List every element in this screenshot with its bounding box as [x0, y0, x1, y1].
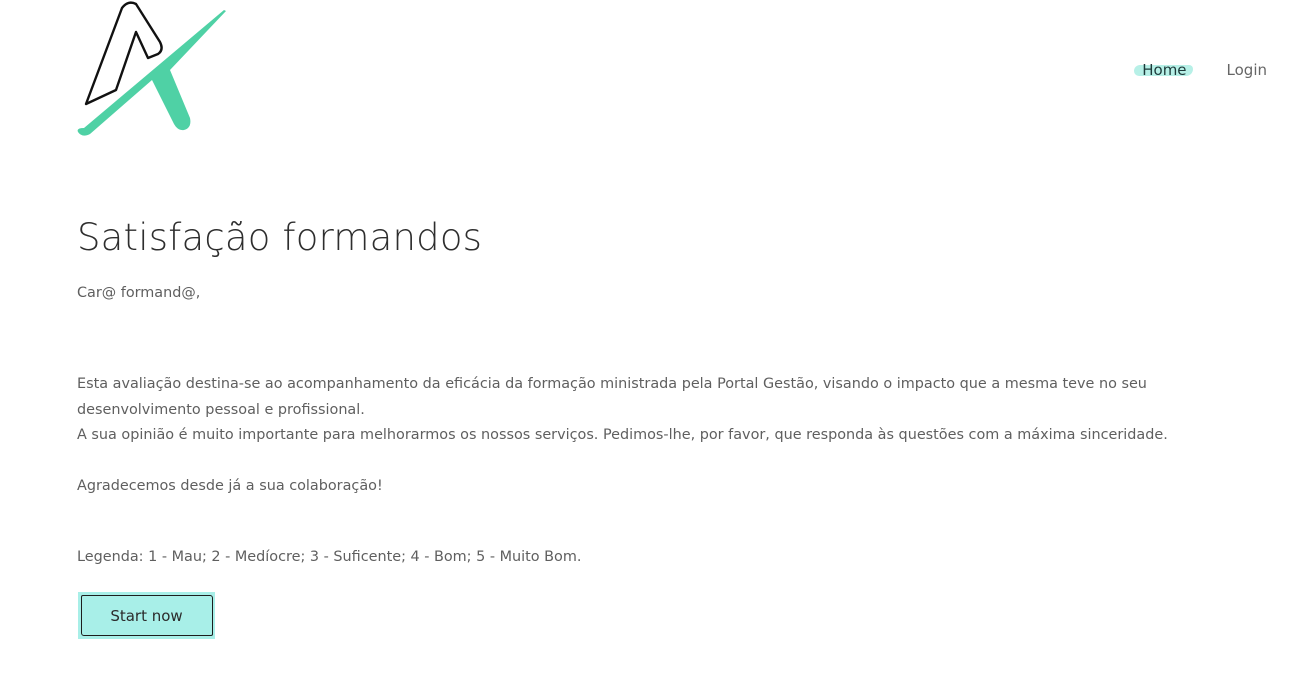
stylized-a-logo-icon[interactable]	[74, 0, 230, 140]
start-now-button[interactable]: Start now	[78, 592, 215, 639]
start-now-label: Start now	[110, 606, 183, 625]
intro-paragraph-2: A sua opinião é muito importante para me…	[77, 427, 1168, 443]
greeting-text: Car@ formand@,	[77, 285, 201, 301]
page: Home Login Satisfação formandos Car@ for…	[0, 0, 1315, 675]
nav-login-link[interactable]: Login	[1227, 60, 1267, 80]
intro-paragraph-1: Esta avaliação destina-se ao acompanhame…	[77, 376, 1147, 418]
page-title: Satisfação formandos	[77, 216, 483, 259]
thanks-text: Agradecemos desde já a sua colaboração!	[77, 478, 383, 494]
nav-home-link[interactable]: Home	[1134, 60, 1193, 80]
intro-text: Esta avaliação destina-se ao acompanhame…	[77, 372, 1257, 449]
top-nav: Home Login	[1134, 60, 1267, 80]
rating-legend: Legenda: 1 - Mau; 2 - Medíocre; 3 - Sufi…	[77, 549, 582, 565]
